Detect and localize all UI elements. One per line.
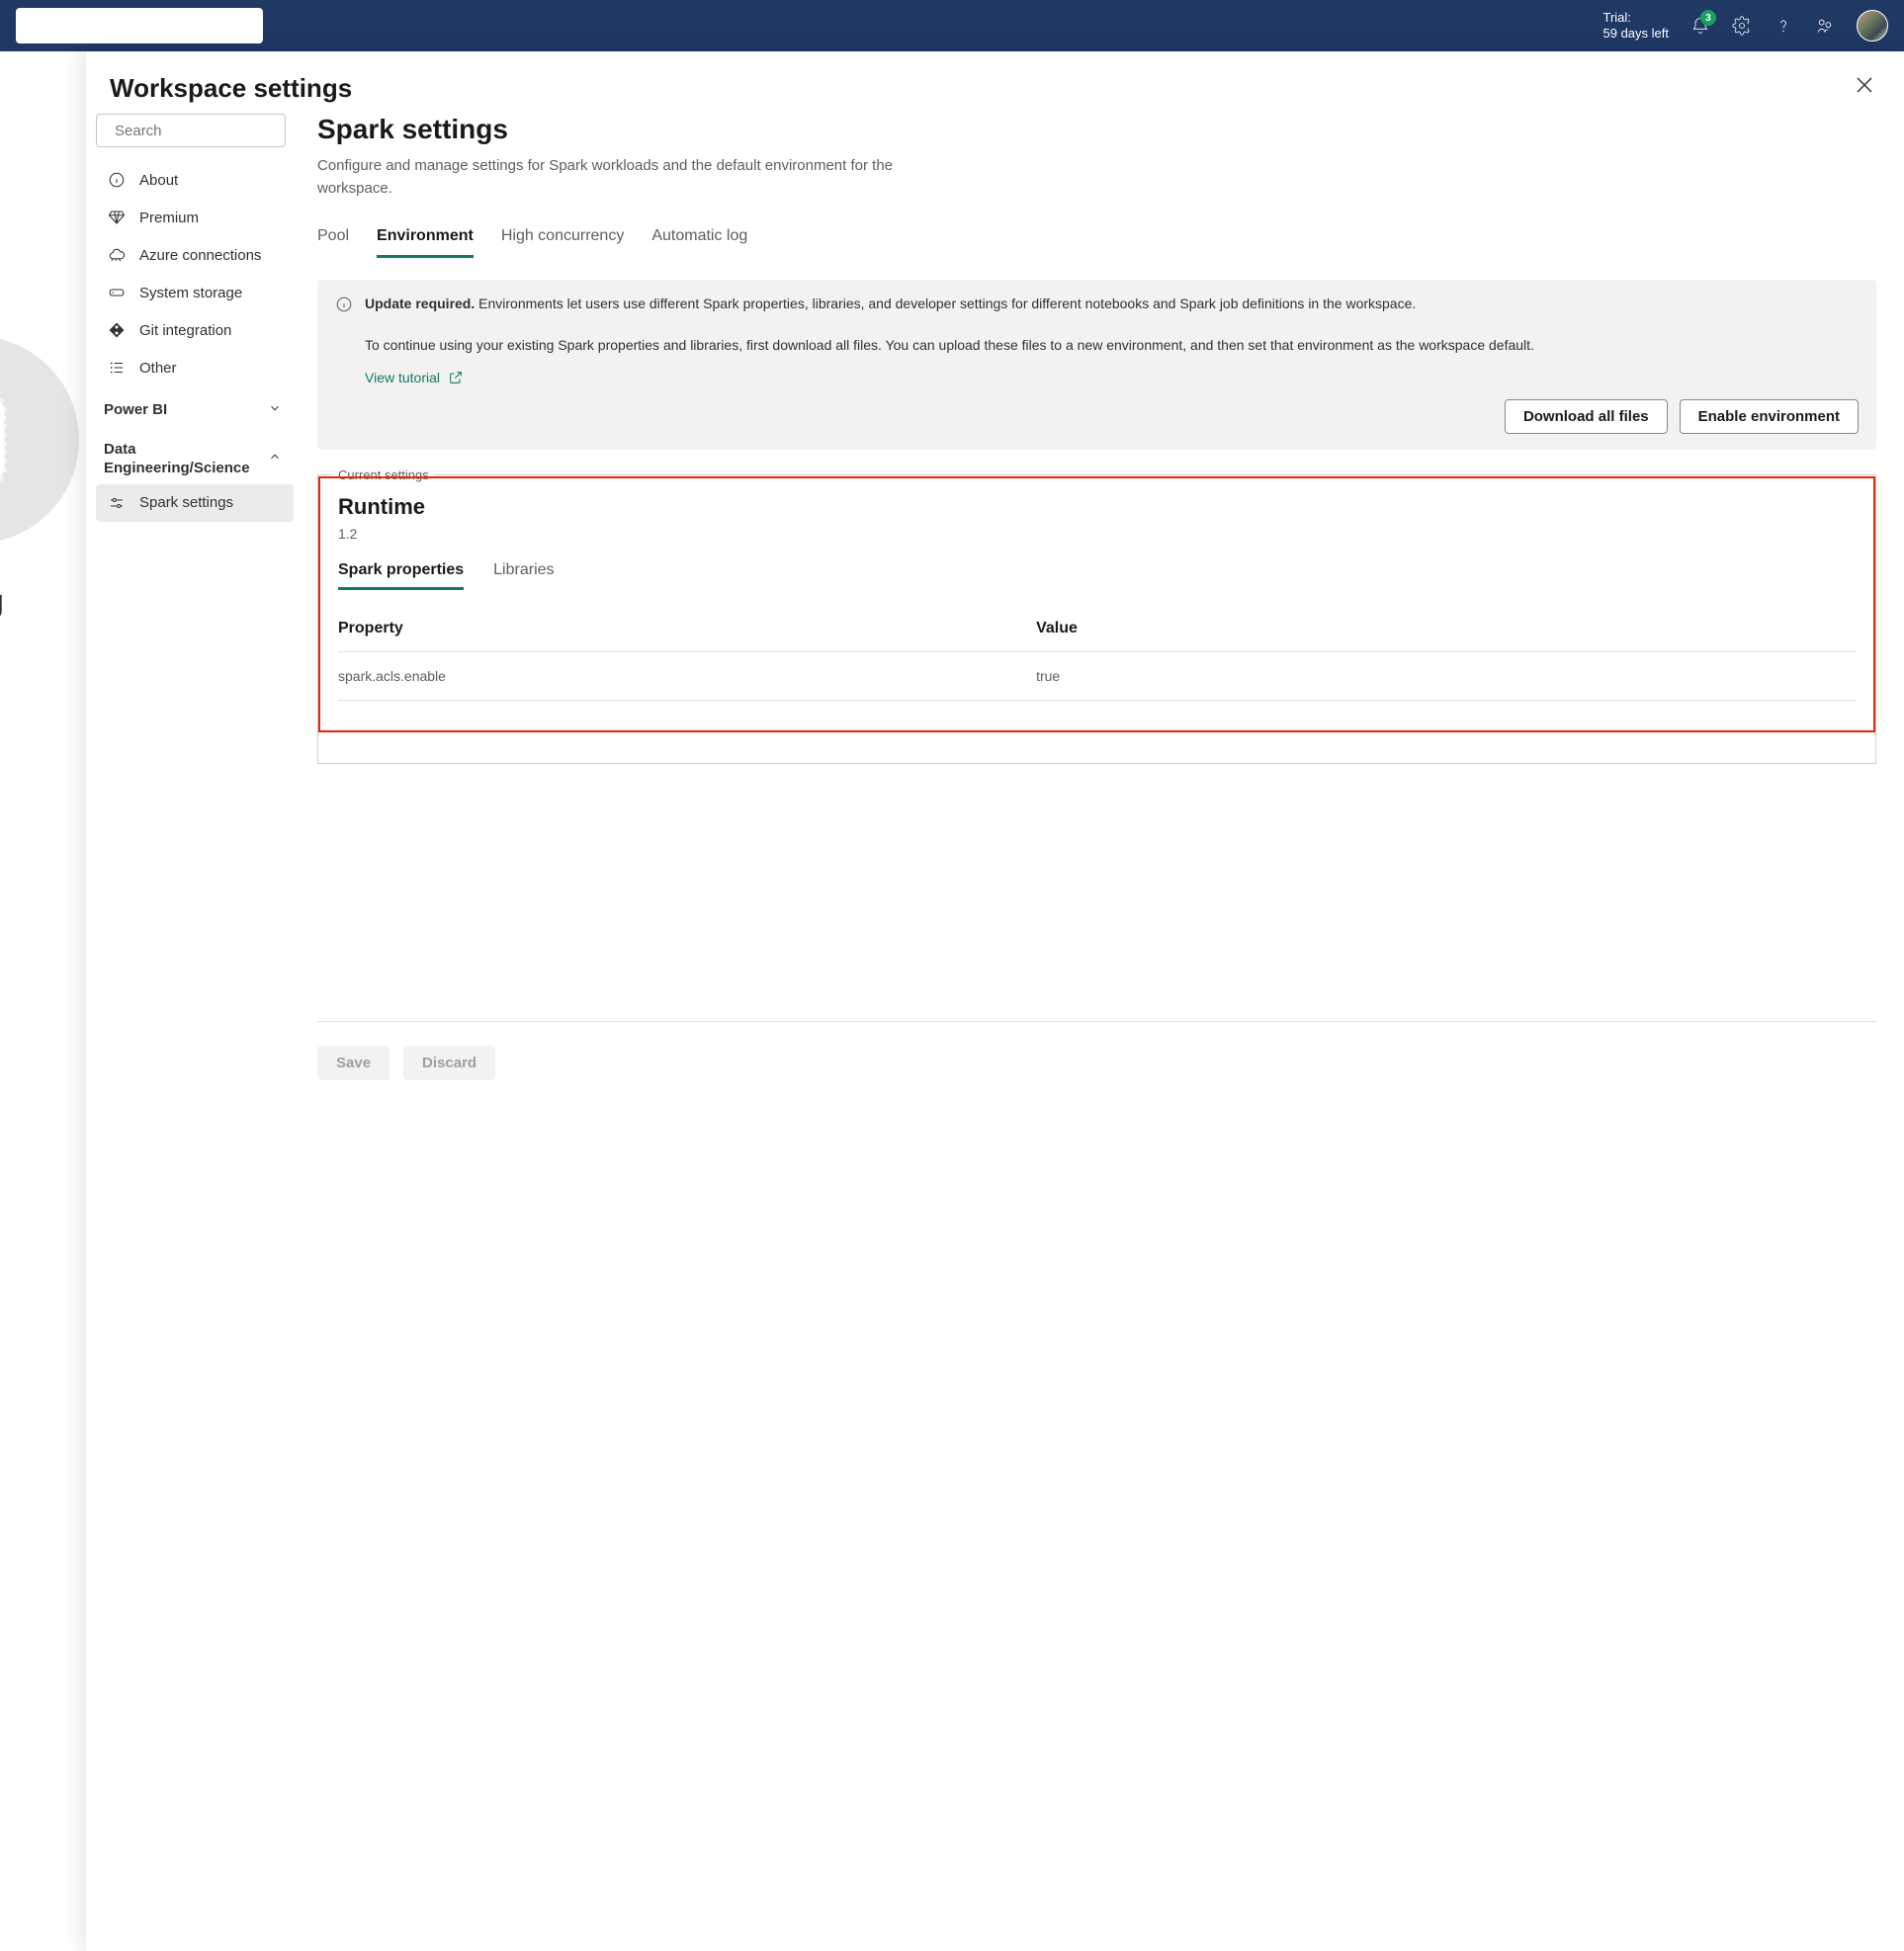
nav-section-data-eng[interactable]: Data Engineering/Science [96, 426, 294, 484]
highlighted-runtime-box: Runtime 1.2 Spark properties Libraries P… [318, 476, 1875, 732]
download-all-files-button[interactable]: Download all files [1505, 399, 1668, 434]
notifications-icon[interactable]: 3 [1690, 16, 1710, 36]
nav-about-label: About [139, 172, 178, 189]
settings-icon[interactable] [1732, 16, 1752, 36]
view-tutorial-link[interactable]: View tutorial [365, 370, 1859, 385]
tabs: Pool Environment High concurrency Automa… [317, 227, 1876, 258]
nav-spark-label: Spark settings [139, 494, 233, 511]
subtab-spark-properties[interactable]: Spark properties [338, 561, 464, 590]
settings-nav: About Premium Azure connections System s… [86, 114, 294, 1951]
page-subtitle: Configure and manage settings for Spark … [317, 155, 930, 200]
page-heading: Spark settings [317, 114, 1876, 145]
info-icon [335, 296, 353, 313]
infobox-bold: Update required. [365, 296, 475, 311]
info-icon [108, 171, 126, 189]
workspace-settings-panel: Workspace settings About Premium [85, 51, 1904, 1951]
nav-powerbi-label: Power BI [104, 400, 167, 420]
nav-storage-label: System storage [139, 285, 242, 301]
col-property: Property [338, 610, 1036, 652]
topbar-right: Trial: 59 days left 3 [1603, 10, 1889, 42]
notification-badge: 3 [1700, 10, 1716, 26]
tab-pool[interactable]: Pool [317, 227, 349, 258]
infobox-text: Update required. Environments let users … [365, 294, 1534, 356]
nav-azure[interactable]: Azure connections [96, 236, 294, 274]
trial-label: Trial: [1603, 10, 1670, 26]
view-tutorial-label: View tutorial [365, 370, 440, 385]
nav-git-label: Git integration [139, 322, 231, 339]
cell-value: true [1036, 652, 1856, 701]
nav-about[interactable]: About [96, 161, 294, 199]
col-value: Value [1036, 610, 1856, 652]
subtab-libraries[interactable]: Libraries [493, 561, 554, 590]
chevron-down-icon [268, 401, 282, 419]
current-settings-fieldset: Current settings Runtime 1.2 Spark prope… [317, 467, 1876, 764]
external-link-icon [448, 370, 464, 385]
chevron-up-icon [268, 450, 282, 467]
nav-dataeng-label: Data Engineering/Science [104, 440, 262, 478]
nav-azure-label: Azure connections [139, 247, 261, 264]
top-bar: Trial: 59 days left 3 [0, 0, 1904, 51]
properties-table: Property Value spark.acls.enable true [338, 610, 1856, 701]
paperclip-icon [0, 336, 79, 544]
footer-actions: Save Discard [317, 1021, 1876, 1080]
nav-other[interactable]: Other [96, 349, 294, 386]
infobox-text1: Environments let users use different Spa… [478, 296, 1416, 311]
runtime-heading: Runtime [338, 494, 1856, 520]
tab-automatic-log[interactable]: Automatic log [651, 227, 747, 258]
sub-tabs: Spark properties Libraries [338, 561, 1856, 590]
nav-premium-label: Premium [139, 210, 199, 226]
settings-search[interactable] [96, 114, 286, 147]
cell-property: spark.acls.enable [338, 652, 1036, 701]
settings-search-input[interactable] [115, 123, 311, 139]
save-button[interactable]: Save [317, 1046, 389, 1080]
main-content: Spark settings Configure and manage sett… [294, 114, 1904, 1951]
runtime-version: 1.2 [338, 526, 1856, 542]
tab-environment[interactable]: Environment [377, 227, 474, 258]
discard-button[interactable]: Discard [403, 1046, 495, 1080]
tab-high-concurrency[interactable]: High concurrency [501, 227, 625, 258]
trial-info[interactable]: Trial: 59 days left [1603, 10, 1670, 41]
sliders-icon [108, 494, 126, 512]
infobox-text2: To continue using your existing Spark pr… [365, 337, 1534, 353]
nav-spark-settings[interactable]: Spark settings [96, 484, 294, 522]
diamond-icon [108, 209, 126, 226]
help-icon[interactable] [1774, 16, 1793, 36]
avatar[interactable] [1857, 10, 1888, 42]
nav-other-label: Other [139, 360, 177, 377]
trial-days: 59 days left [1603, 26, 1670, 42]
global-search-input[interactable] [16, 8, 263, 43]
nav-git[interactable]: Git integration [96, 311, 294, 349]
enable-environment-button[interactable]: Enable environment [1680, 399, 1859, 434]
list-icon [108, 359, 126, 377]
git-icon [108, 321, 126, 339]
storage-icon [108, 284, 126, 301]
nav-storage[interactable]: System storage [96, 274, 294, 311]
cloud-icon [108, 246, 126, 264]
nav-section-powerbi[interactable]: Power BI [96, 386, 294, 426]
feedback-icon[interactable] [1815, 16, 1835, 36]
panel-header: Workspace settings [86, 51, 1904, 114]
update-required-infobox: Update required. Environments let users … [317, 280, 1876, 450]
close-button[interactable] [1853, 73, 1876, 97]
topbar-left [16, 8, 263, 43]
nav-premium[interactable]: Premium [96, 199, 294, 236]
panel-title: Workspace settings [110, 73, 352, 104]
table-row: spark.acls.enable true [338, 652, 1856, 701]
